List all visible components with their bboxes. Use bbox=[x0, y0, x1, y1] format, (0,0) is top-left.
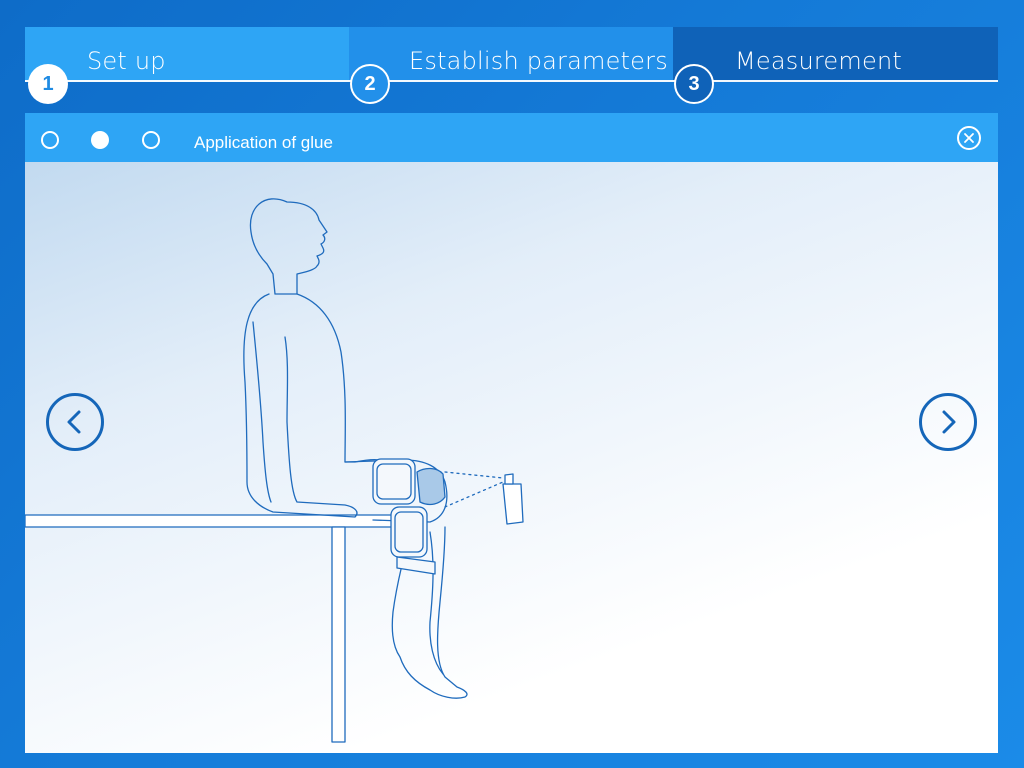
glue-application-illustration bbox=[25, 198, 524, 743]
chevron-right-icon bbox=[942, 410, 956, 434]
step-set-up[interactable]: Set up bbox=[25, 27, 349, 82]
step-number-1: 1 bbox=[28, 64, 68, 104]
step-measurement[interactable]: Measurement bbox=[673, 27, 998, 82]
instruction-panel: Application of glue bbox=[25, 113, 998, 753]
close-icon bbox=[964, 133, 974, 143]
step-label: Establish parameters bbox=[409, 47, 668, 75]
illustration-area bbox=[25, 162, 998, 753]
panel-header: Application of glue bbox=[25, 113, 998, 162]
step-divider bbox=[673, 80, 998, 82]
step-divider bbox=[25, 80, 349, 82]
step-number-3: 3 bbox=[674, 64, 714, 104]
close-button[interactable] bbox=[957, 126, 981, 150]
panel-title: Application of glue bbox=[194, 133, 333, 152]
next-button[interactable] bbox=[919, 393, 977, 451]
progress-steps: Set up Establish parameters Measurement … bbox=[25, 27, 998, 104]
pager-dot-1[interactable] bbox=[41, 131, 59, 149]
step-label: Set up bbox=[87, 47, 166, 75]
step-establish-parameters[interactable]: Establish parameters bbox=[349, 27, 673, 82]
step-label: Measurement bbox=[735, 47, 902, 75]
previous-button[interactable] bbox=[46, 393, 104, 451]
chevron-left-icon bbox=[67, 410, 81, 434]
step-divider bbox=[349, 80, 673, 82]
step-number-2: 2 bbox=[350, 64, 390, 104]
pager-dot-3[interactable] bbox=[142, 131, 160, 149]
pager-dot-2-active[interactable] bbox=[91, 131, 109, 149]
